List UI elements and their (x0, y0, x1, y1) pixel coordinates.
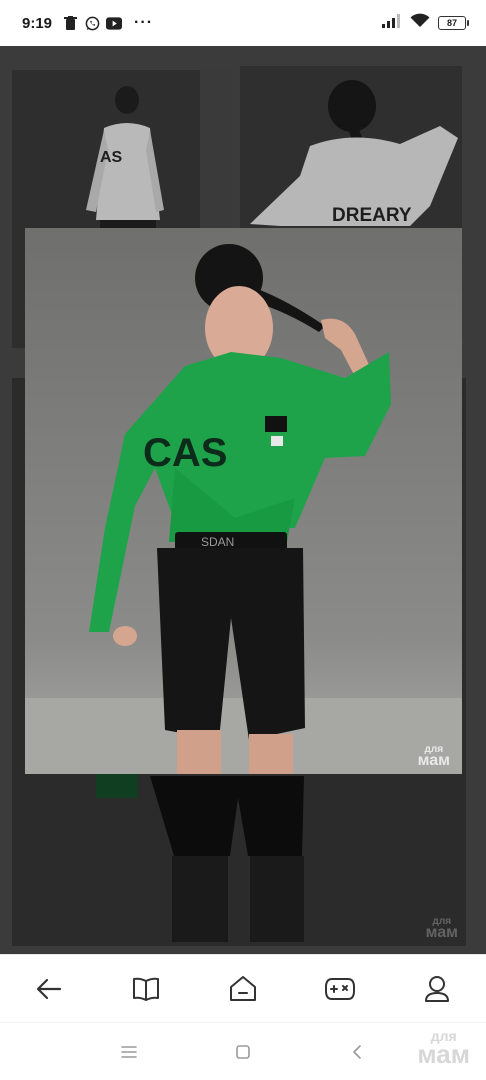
system-nav: для мам (0, 1022, 486, 1080)
battery-icon: 87 (438, 16, 469, 30)
signal-icon (382, 13, 402, 33)
notification-icons: ··· (62, 14, 153, 32)
youtube-icon (106, 15, 123, 31)
profile-icon (425, 975, 450, 1002)
status-bar: 9:19 ··· 87 (0, 0, 486, 46)
shirt-patch (265, 416, 287, 432)
whatsapp-icon (84, 15, 100, 31)
watermark-big: мам (425, 923, 458, 941)
watermark-big: мам (417, 751, 450, 769)
system-back-button[interactable] (343, 1038, 371, 1066)
square-icon (236, 1044, 250, 1059)
green-shirt-image: SDAN CAS (25, 228, 462, 774)
back-button[interactable] (21, 961, 77, 1017)
watermark-big: мам (417, 1038, 470, 1069)
main-photo-green-shirt[interactable]: SDAN CAS для мам (25, 228, 462, 774)
system-watermark: для мам (417, 1029, 470, 1069)
bottom-nav (0, 954, 486, 1022)
system-home-button[interactable] (229, 1038, 257, 1066)
games-button[interactable] (312, 961, 368, 1017)
menu-icon (121, 1045, 137, 1058)
status-time: 9:19 (22, 14, 53, 32)
reader-button[interactable] (118, 961, 174, 1017)
back-arrow-icon (36, 978, 61, 999)
battery-level: 87 (446, 18, 457, 28)
waistband-text: SDAN (201, 535, 234, 549)
recents-button[interactable] (115, 1038, 143, 1066)
thumb-watermark: для мам (425, 916, 458, 941)
gamepad-icon (325, 977, 356, 1000)
wifi-icon (410, 13, 430, 33)
main-photo-watermark: для мам (417, 744, 450, 769)
thumb-tl-shirt-text: AS (100, 149, 123, 166)
more-notifications: ··· (134, 14, 154, 31)
chevron-left-icon (353, 1044, 361, 1059)
shirt-print-text: CAS (143, 431, 227, 475)
status-right: 87 (382, 13, 469, 33)
home-icon (229, 975, 256, 1001)
profile-button[interactable] (409, 961, 465, 1017)
photo-viewer[interactable]: AS DREARY для мам SDAN CAS для мам (0, 46, 486, 954)
thumb-tr-shirt-text: DREARY (332, 205, 412, 226)
home-button[interactable] (215, 961, 271, 1017)
trash-icon (62, 15, 78, 31)
book-icon (132, 977, 159, 1001)
